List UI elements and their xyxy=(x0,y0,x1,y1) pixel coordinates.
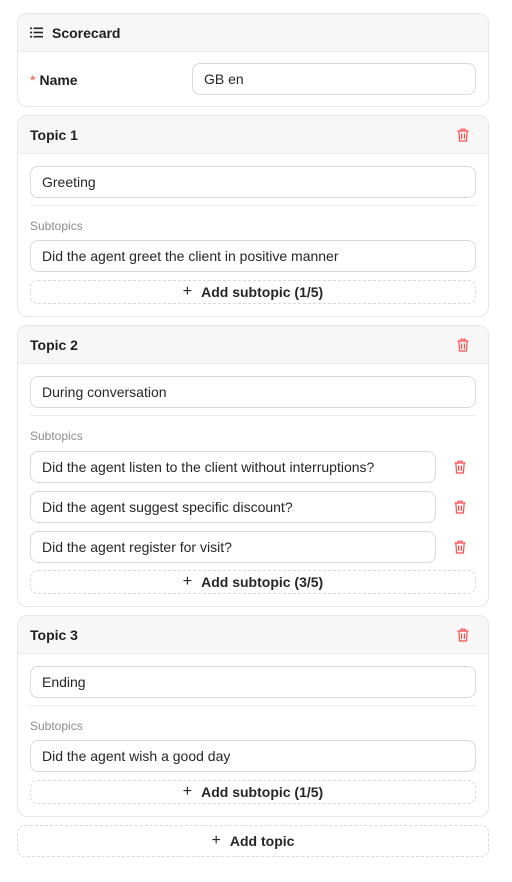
delete-subtopic-icon[interactable] xyxy=(452,539,468,555)
divider xyxy=(30,705,476,706)
delete-subtopic-icon[interactable] xyxy=(452,459,468,475)
add-subtopic-label: Add subtopic (3/5) xyxy=(201,574,324,590)
subtopic-input[interactable]: Did the agent register for visit? xyxy=(30,531,436,563)
subtopics-label: Subtopics xyxy=(30,719,83,733)
add-subtopic-button[interactable]: + Add subtopic (1/5) xyxy=(30,780,476,804)
list-icon xyxy=(30,26,44,40)
scorecard-header: Scorecard xyxy=(18,14,488,52)
topic-card-1: Topic 1 Greeting Subtopics Did the agent… xyxy=(17,115,489,317)
add-topic-label: Add topic xyxy=(229,833,295,849)
plus-icon: + xyxy=(182,783,193,800)
name-label: Name xyxy=(39,72,78,88)
subtopic-input[interactable]: Did the agent wish a good day xyxy=(30,740,476,772)
scorecard-title: Scorecard xyxy=(52,24,121,41)
topic-input[interactable]: Ending xyxy=(30,666,476,698)
scorecard-card: Scorecard * Name GB en xyxy=(17,13,489,107)
add-subtopic-label: Add subtopic (1/5) xyxy=(201,284,324,300)
delete-subtopic-icon[interactable] xyxy=(452,499,468,515)
plus-icon: + xyxy=(211,832,221,849)
topic-header-2: Topic 2 xyxy=(18,326,488,364)
subtopic-input[interactable]: Did the agent suggest specific discount? xyxy=(30,491,436,523)
subtopic-input[interactable]: Did the agent greet the client in positi… xyxy=(30,240,476,272)
name-label-row: * Name xyxy=(30,72,78,88)
topic-input[interactable]: During conversation xyxy=(30,376,476,408)
delete-topic-icon[interactable] xyxy=(455,627,471,643)
divider xyxy=(30,205,476,206)
required-mark: * xyxy=(30,72,36,88)
topic-header-3: Topic 3 xyxy=(18,616,488,654)
subtopics-label: Subtopics xyxy=(30,219,83,233)
topic-header-1: Topic 1 xyxy=(18,116,488,154)
name-input[interactable]: GB en xyxy=(192,63,476,95)
divider xyxy=(30,415,476,416)
plus-icon: + xyxy=(182,283,193,300)
topic-card-3: Topic 3 Ending Subtopics Did the agent w… xyxy=(17,615,489,817)
subtopic-input[interactable]: Did the agent listen to the client witho… xyxy=(30,451,436,483)
add-subtopic-button[interactable]: + Add subtopic (1/5) xyxy=(30,280,476,304)
add-topic-button[interactable]: + Add topic xyxy=(17,825,489,857)
topic-input[interactable]: Greeting xyxy=(30,166,476,198)
topic-title: Topic 2 xyxy=(30,336,78,353)
add-subtopic-label: Add subtopic (1/5) xyxy=(201,784,324,800)
topic-title: Topic 1 xyxy=(30,126,78,143)
add-subtopic-button[interactable]: + Add subtopic (3/5) xyxy=(30,570,476,594)
subtopics-label: Subtopics xyxy=(30,429,83,443)
topic-title: Topic 3 xyxy=(30,626,78,643)
topic-card-2: Topic 2 During conversation Subtopics Di… xyxy=(17,325,489,607)
plus-icon: + xyxy=(182,573,193,590)
delete-topic-icon[interactable] xyxy=(455,337,471,353)
delete-topic-icon[interactable] xyxy=(455,127,471,143)
